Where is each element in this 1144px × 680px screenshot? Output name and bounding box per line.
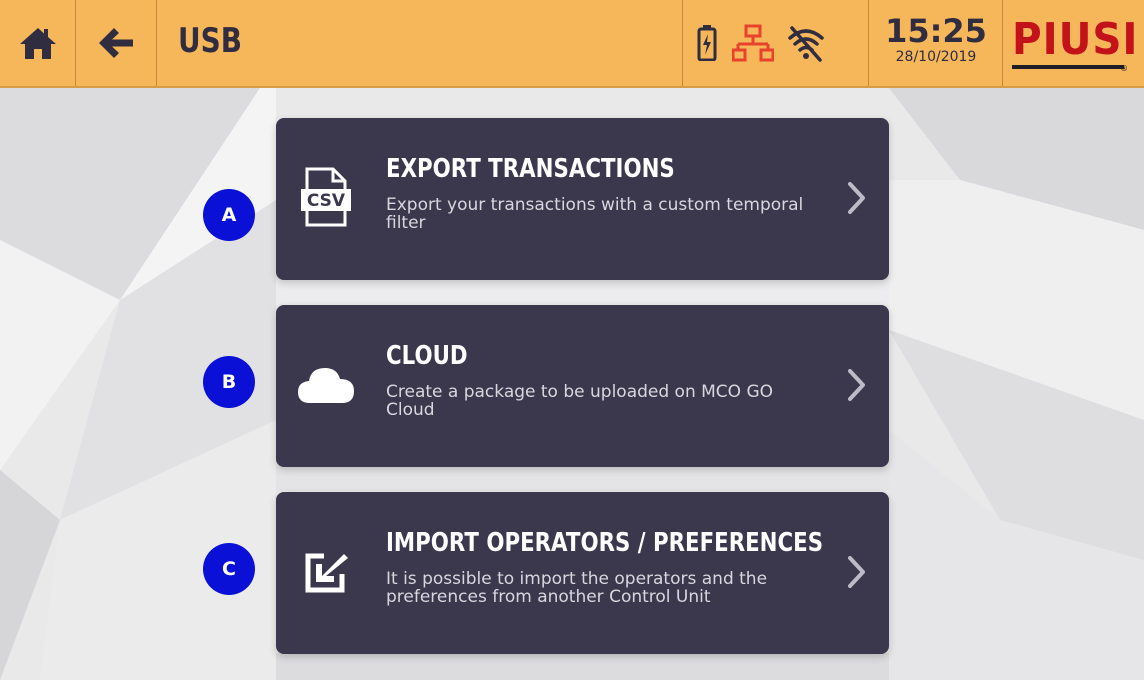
back-button[interactable] <box>76 0 156 86</box>
home-button[interactable] <box>0 0 75 86</box>
back-arrow-icon <box>99 28 133 58</box>
card-description: Create a package to be uploaded on MCO G… <box>386 382 774 420</box>
cloud-icon <box>296 353 356 417</box>
registered-mark: ® <box>1120 64 1128 73</box>
card-title: CLOUD <box>386 341 468 371</box>
csv-file-icon: CSV <box>296 166 356 230</box>
card-title: EXPORT TRANSACTIONS <box>386 154 675 184</box>
clock-time: 15:25 <box>885 12 987 50</box>
card-description: Export your transactions with a custom t… <box>386 195 804 233</box>
piusi-logo: PIUSI ® <box>1010 14 1139 76</box>
marker-b: B <box>203 356 255 408</box>
chevron-right-icon <box>848 369 865 401</box>
import-operators-preferences-button[interactable]: IMPORT OPERATORS / PREFERENCES It is pos… <box>276 492 889 654</box>
clock-date: 28/10/2019 <box>895 49 977 65</box>
cloud-button[interactable]: CLOUD Create a package to be uploaded on… <box>276 305 889 467</box>
marker-a: A <box>203 189 255 241</box>
divider <box>156 0 157 86</box>
chevron-right-icon <box>848 182 865 214</box>
card-title: IMPORT OPERATORS / PREFERENCES <box>386 528 824 558</box>
page-title: USB <box>178 21 242 61</box>
card-description: It is possible to import the operators a… <box>386 569 768 607</box>
csv-label: CSV <box>307 191 346 211</box>
divider <box>1002 0 1003 86</box>
wifi-off-icon <box>788 26 824 62</box>
export-transactions-button[interactable]: CSV EXPORT TRANSACTIONS Export your tran… <box>276 118 889 280</box>
import-icon <box>296 540 356 604</box>
battery-charging-icon <box>697 25 717 61</box>
divider <box>682 0 683 86</box>
home-icon <box>19 28 56 59</box>
chevron-right-icon <box>848 556 865 588</box>
top-bar: USB 15:25 28/10/2019 PIUSI ® <box>0 0 1144 88</box>
divider <box>868 0 869 86</box>
logo-underline <box>1012 65 1124 69</box>
marker-c: C <box>203 543 255 595</box>
network-icon <box>732 24 774 62</box>
logo-text: PIUSI <box>1012 14 1139 65</box>
clock: 15:25 28/10/2019 <box>882 14 990 66</box>
